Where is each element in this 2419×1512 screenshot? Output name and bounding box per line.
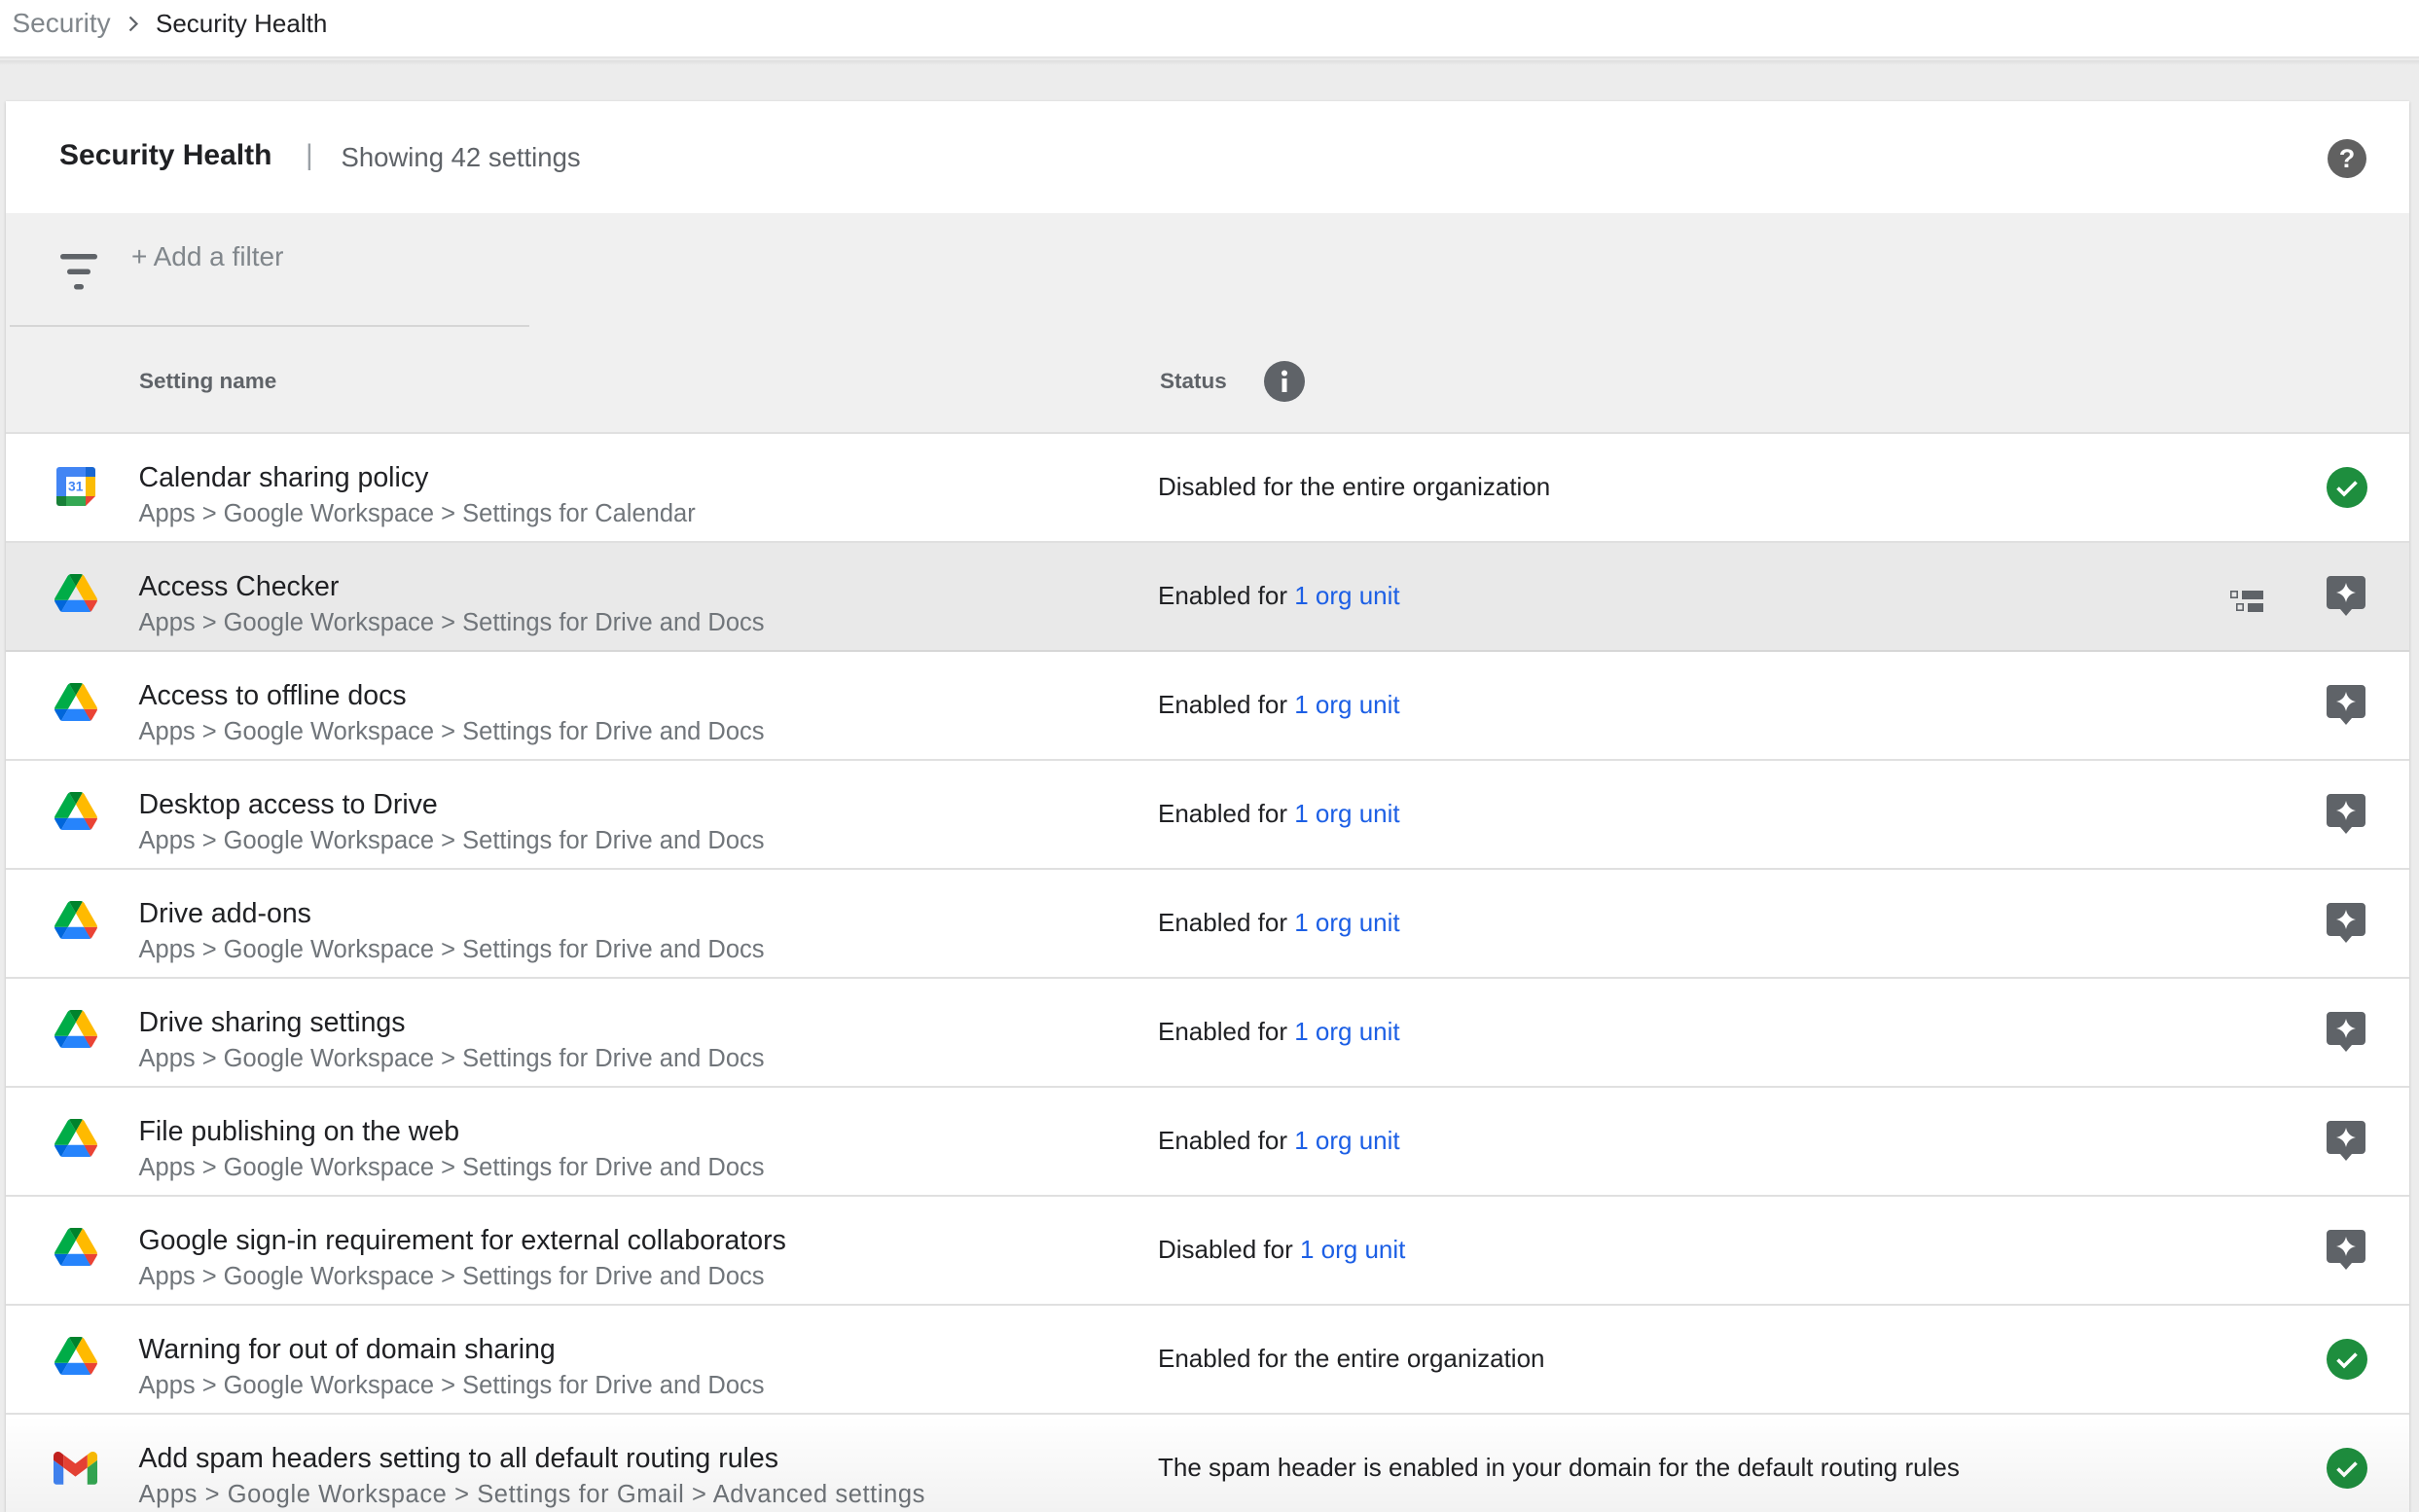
svg-text:?: ?: [2339, 144, 2356, 173]
svg-text:31: 31: [68, 480, 84, 494]
